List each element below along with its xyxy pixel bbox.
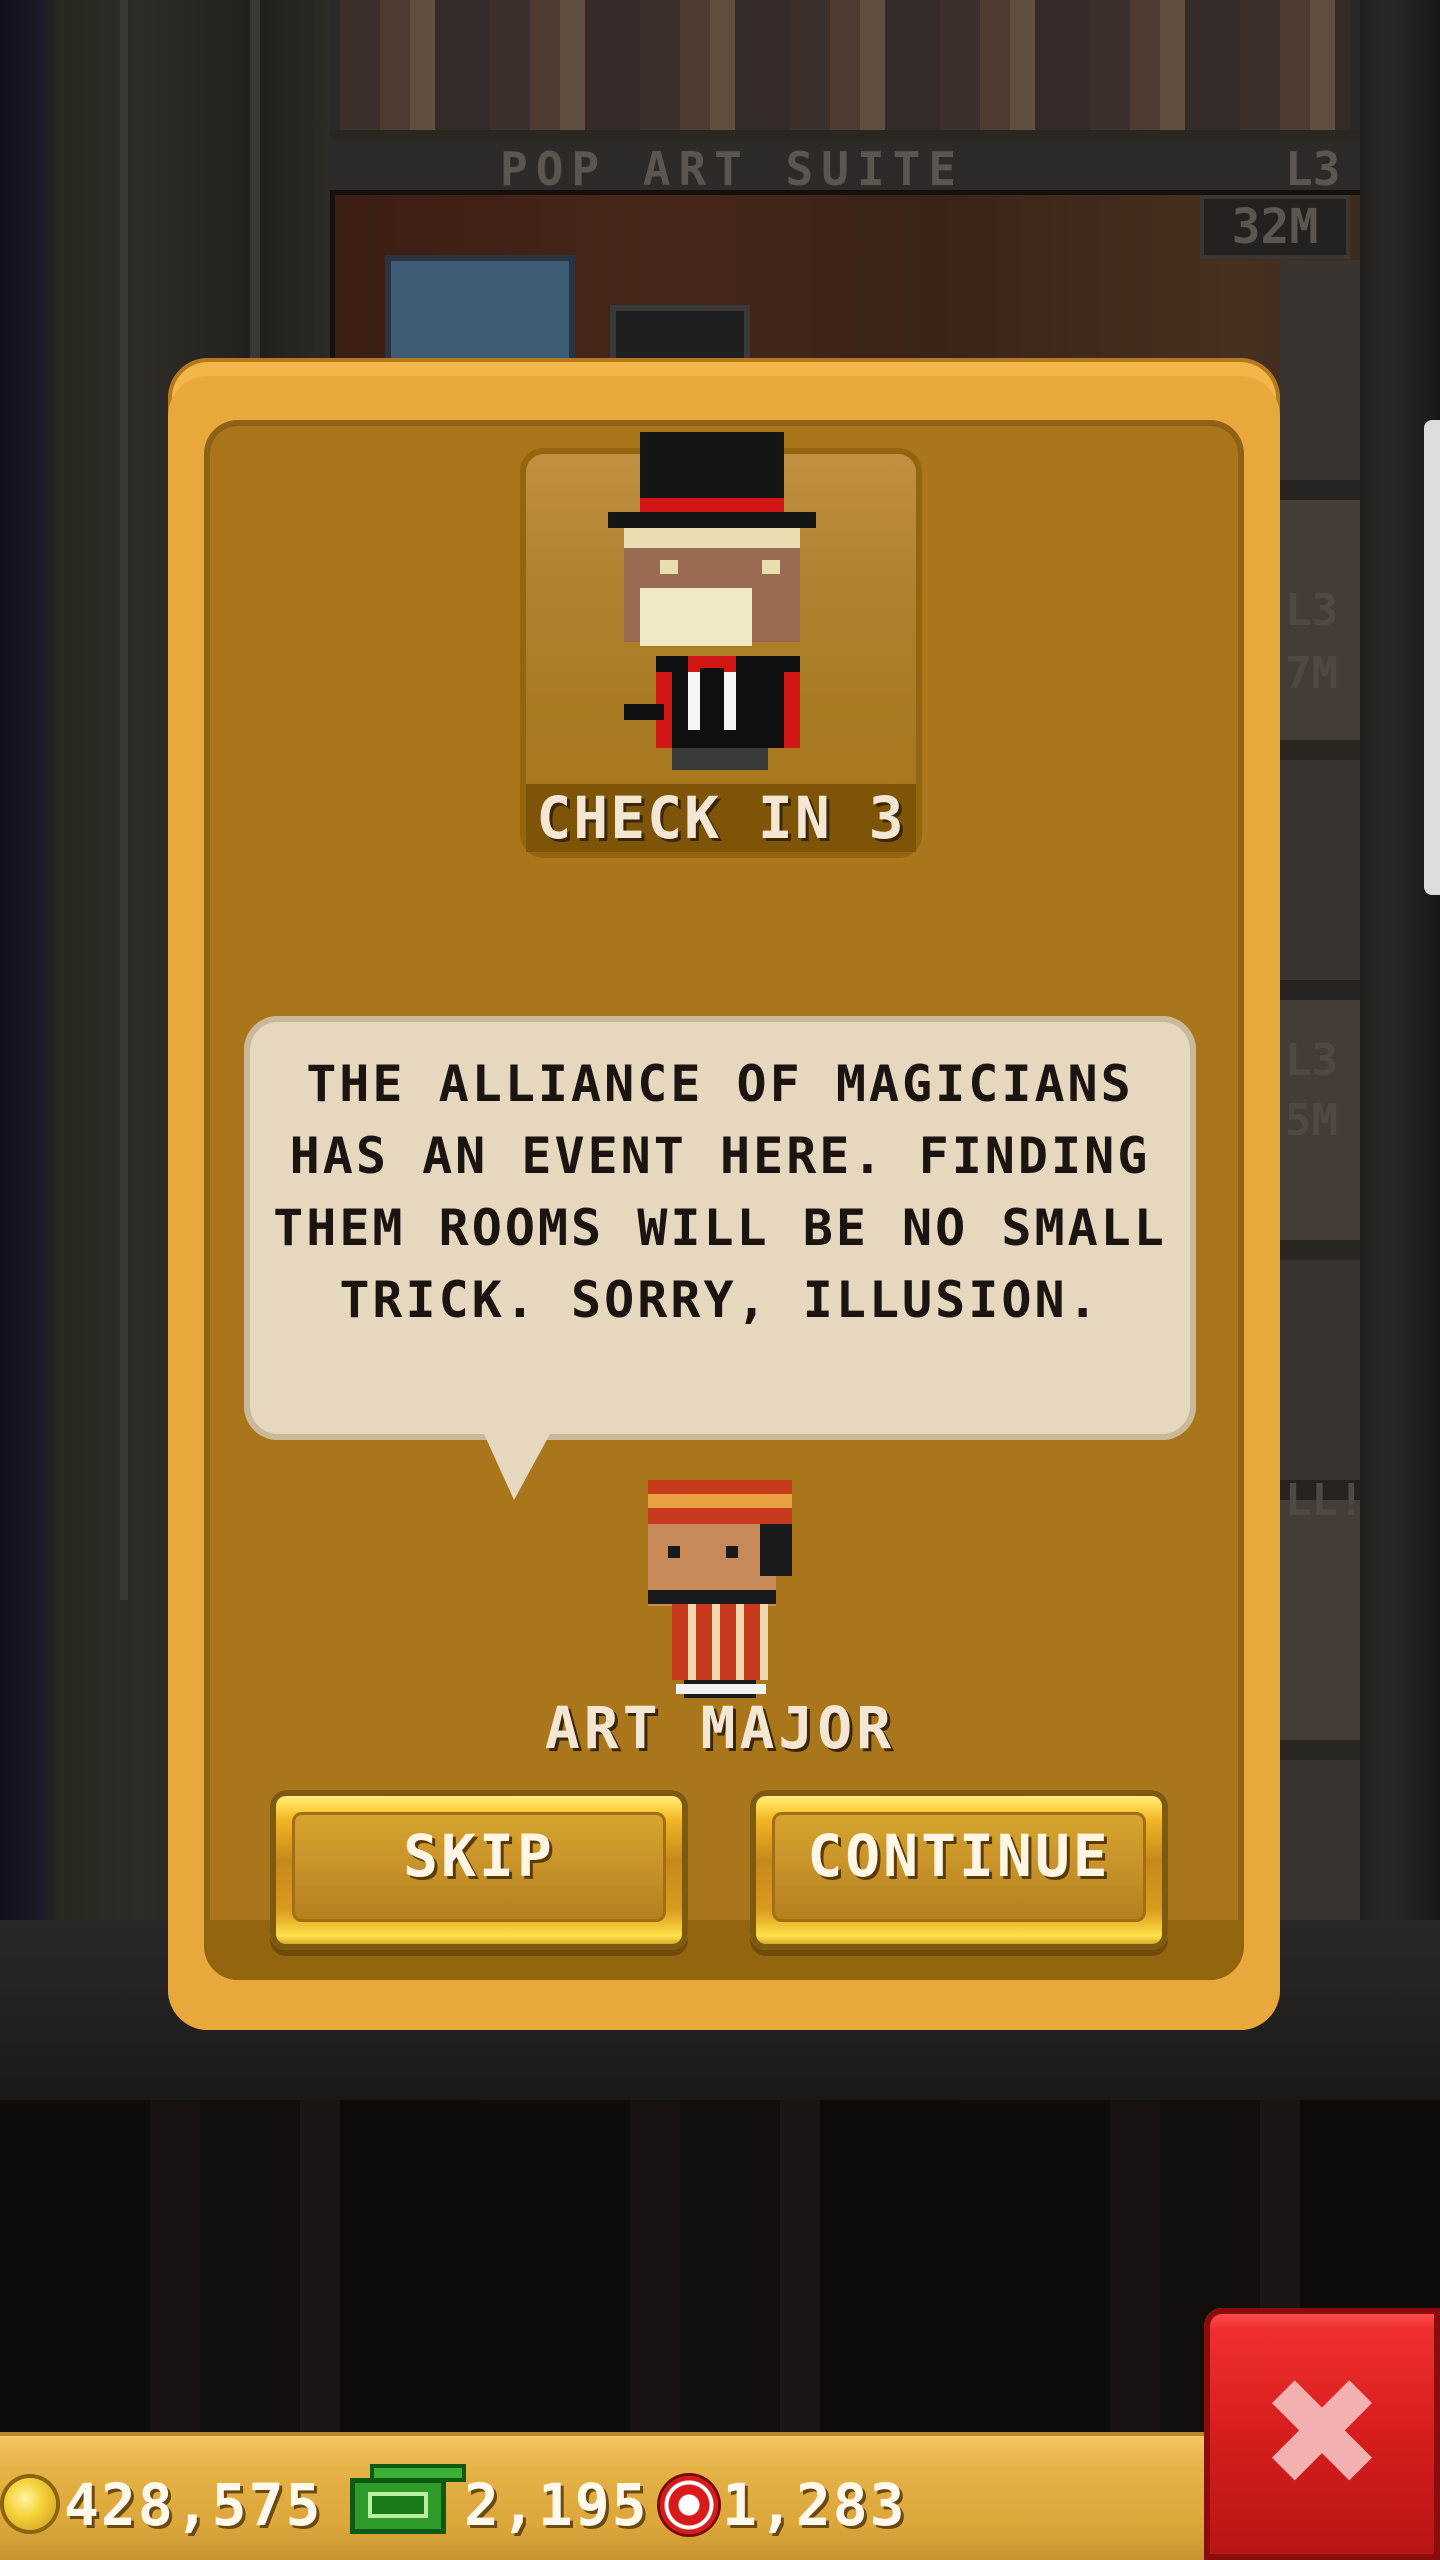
bux-count: 2,195 (464, 2471, 649, 2539)
close-icon: ✖ (1259, 2347, 1385, 2521)
floor-residents (330, 0, 1360, 140)
floor-name: POP ART SUITE (500, 142, 965, 196)
bellhop-hair (760, 1524, 792, 1576)
close-button[interactable]: ✖ (1204, 2308, 1440, 2560)
chip-count: 1,283 (722, 2471, 907, 2539)
right-floor-cost: 7M (1285, 648, 1338, 699)
right-floor-level: L3 (1285, 585, 1338, 636)
skip-button-label: SKIP (403, 1822, 555, 1890)
right-floors (1280, 260, 1360, 1920)
magician-lapel (784, 672, 800, 748)
magician-hair (624, 528, 800, 548)
event-message: THE ALLIANCE OF MAGICIANS HAS AN EVENT H… (273, 1055, 1167, 1329)
magician-beard (640, 588, 752, 646)
tower-bux-icon (350, 2464, 466, 2534)
magician-hat-brim (608, 512, 816, 528)
magician-legs (672, 748, 768, 770)
right-floor-sign: LL! (1285, 1475, 1365, 1526)
skip-button[interactable]: SKIP (270, 1790, 688, 1950)
coin-count: 428,575 (64, 2471, 323, 2539)
bellhop-uniform (672, 1604, 768, 1680)
continue-button[interactable]: CONTINUE (750, 1790, 1168, 1950)
bellhop-eyes (668, 1546, 738, 1558)
chip-icon (660, 2476, 718, 2534)
scrollbar-thumb[interactable] (1424, 420, 1440, 895)
bellhop-chin (648, 1590, 776, 1604)
magician-number-1 (700, 668, 724, 730)
checkin-label: CHECK IN 3 (536, 784, 906, 852)
tower-right-wall (1360, 0, 1440, 1920)
floor-level: L3 (1285, 142, 1341, 196)
floor-cost: 32M (1200, 195, 1350, 259)
magician-wand (624, 704, 664, 720)
right-floor-cost: 5M (1285, 1095, 1338, 1146)
speaker-name: ART MAJOR (544, 1694, 896, 1762)
coin-icon (4, 2478, 56, 2530)
bellhop-cap-stripe (648, 1494, 792, 1508)
magician-eyes (660, 560, 780, 574)
right-floor-level: L3 (1285, 1035, 1338, 1086)
continue-button-label: CONTINUE (807, 1822, 1111, 1890)
speech-bubble-tail (484, 1434, 550, 1500)
